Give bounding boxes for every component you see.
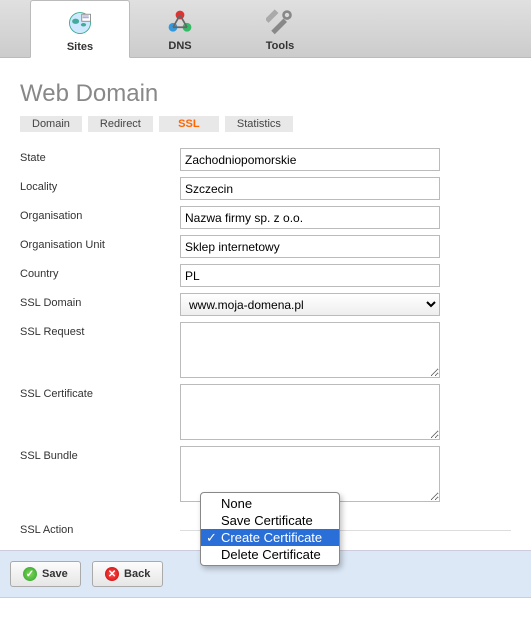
ssl-action-dropdown: None Save Certificate Create Certificate… bbox=[200, 492, 340, 566]
close-icon: ✕ bbox=[105, 567, 119, 581]
ssl-certificate-textarea[interactable] bbox=[180, 384, 440, 440]
ssl-bundle-label: SSL Bundle bbox=[20, 446, 180, 462]
main-tabbar: Sites DNS Tools bbox=[0, 0, 531, 58]
save-button-label: Save bbox=[42, 568, 68, 580]
back-button-label: Back bbox=[124, 568, 150, 580]
tab-sites-label: Sites bbox=[67, 41, 93, 53]
ssl-action-option-delete[interactable]: Delete Certificate bbox=[201, 546, 339, 563]
organisation-unit-input[interactable] bbox=[180, 235, 440, 258]
sites-icon bbox=[66, 9, 94, 37]
organisation-label: Organisation bbox=[20, 206, 180, 222]
save-button[interactable]: ✓ Save bbox=[10, 561, 81, 587]
tab-dns-label: DNS bbox=[168, 40, 191, 52]
ssl-request-label: SSL Request bbox=[20, 322, 180, 338]
subtab-domain[interactable]: Domain bbox=[20, 116, 82, 132]
ssl-action-option-save[interactable]: Save Certificate bbox=[201, 512, 339, 529]
tab-sites[interactable]: Sites bbox=[30, 0, 130, 58]
country-label: Country bbox=[20, 264, 180, 280]
check-icon: ✓ bbox=[23, 567, 37, 581]
back-button[interactable]: ✕ Back bbox=[92, 561, 163, 587]
subtab-redirect[interactable]: Redirect bbox=[88, 116, 153, 132]
locality-input[interactable] bbox=[180, 177, 440, 200]
locality-label: Locality bbox=[20, 177, 180, 193]
state-label: State bbox=[20, 148, 180, 164]
country-input[interactable] bbox=[180, 264, 440, 287]
ssl-domain-label: SSL Domain bbox=[20, 293, 180, 309]
ssl-domain-select[interactable]: www.moja-domena.pl bbox=[180, 293, 440, 316]
tools-icon bbox=[266, 8, 294, 36]
dns-icon bbox=[166, 8, 194, 36]
subtab-ssl[interactable]: SSL bbox=[159, 116, 219, 132]
state-input[interactable] bbox=[180, 148, 440, 171]
tab-dns[interactable]: DNS bbox=[130, 0, 230, 57]
tab-tools-label: Tools bbox=[266, 40, 295, 52]
subtab-statistics[interactable]: Statistics bbox=[225, 116, 293, 132]
ssl-certificate-label: SSL Certificate bbox=[20, 384, 180, 400]
ssl-request-textarea[interactable] bbox=[180, 322, 440, 378]
ssl-action-label: SSL Action bbox=[20, 520, 180, 536]
page-title: Web Domain bbox=[20, 80, 511, 108]
subtabs: Domain Redirect SSL Statistics bbox=[20, 116, 511, 132]
ssl-action-option-none[interactable]: None bbox=[201, 495, 339, 512]
ssl-action-option-create[interactable]: Create Certificate bbox=[201, 529, 339, 546]
organisation-input[interactable] bbox=[180, 206, 440, 229]
tab-tools[interactable]: Tools bbox=[230, 0, 330, 57]
organisation-unit-label: Organisation Unit bbox=[20, 235, 180, 251]
